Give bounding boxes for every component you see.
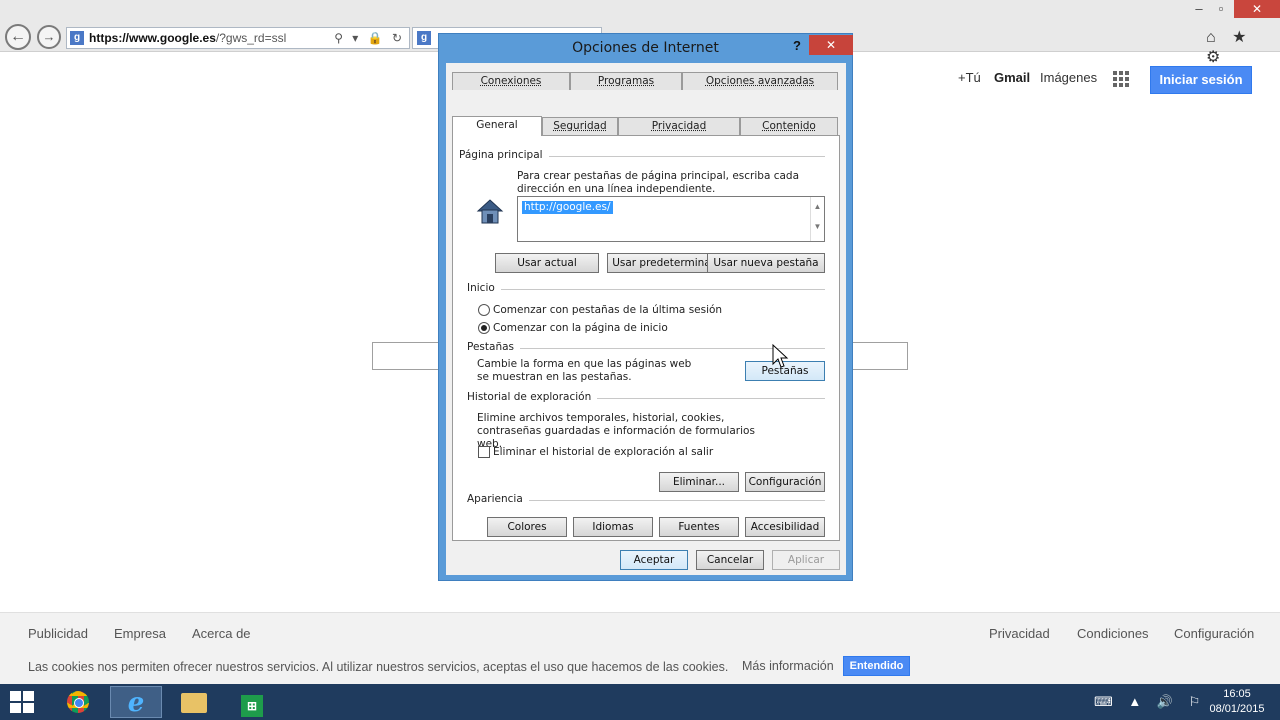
chrome-icon — [67, 691, 89, 713]
folder-icon — [181, 693, 207, 713]
section-browsing-history: Historial de exploración — [467, 391, 598, 403]
footer-link-privacidad[interactable]: Privacidad — [989, 626, 1050, 641]
footer-link-acerca[interactable]: Acerca de — [192, 626, 251, 641]
tab-conexiones[interactable]: Conexiones — [452, 72, 570, 90]
general-tab-panel: Página principal Para crear pestañas de … — [452, 135, 840, 541]
help-icon[interactable]: ? — [787, 36, 807, 56]
back-button[interactable]: ← — [5, 24, 31, 50]
images-link[interactable]: Imágenes — [1040, 70, 1097, 85]
startup-radio-home-page[interactable] — [478, 322, 490, 334]
delete-history-on-exit-checkbox[interactable] — [478, 446, 490, 458]
cookie-accept-button[interactable]: Entendido — [843, 656, 910, 676]
tab-seguridad[interactable]: Seguridad — [542, 117, 618, 135]
start-button[interactable] — [10, 691, 34, 713]
taskbar: e ⊞ ⌨ ▲ 🔊 ⚐ 16:05 08/01/2015 — [0, 684, 1280, 720]
apply-button[interactable]: Aplicar — [772, 550, 840, 570]
tab-opciones-avanzadas[interactable]: Opciones avanzadas — [682, 72, 838, 90]
startup-radio-last-session[interactable] — [478, 304, 490, 316]
footer-link-empresa[interactable]: Empresa — [114, 626, 166, 641]
taskbar-file-explorer[interactable] — [168, 686, 220, 718]
dialog-body: Conexiones Programas Opciones avanzadas … — [446, 63, 846, 575]
cancel-button[interactable]: Cancelar — [696, 550, 764, 570]
window-close-button[interactable]: ✕ — [1234, 0, 1280, 18]
plus-you-link[interactable]: +Tú — [958, 70, 981, 85]
tab-programas[interactable]: Programas — [570, 72, 682, 90]
delete-history-button[interactable]: Eliminar... — [659, 472, 739, 492]
tabs-description: Cambie la forma en que las páginas web s… — [477, 358, 692, 383]
use-current-button[interactable]: Usar actual — [495, 253, 599, 273]
use-new-tab-button[interactable]: Usar nueva pestaña — [707, 253, 825, 273]
footer-link-publicidad[interactable]: Publicidad — [28, 626, 88, 641]
store-icon: ⊞ — [241, 695, 263, 717]
gmail-link[interactable]: Gmail — [994, 70, 1030, 85]
tab-privacidad[interactable]: Privacidad — [618, 117, 740, 135]
section-appearance: Apariencia — [467, 493, 529, 505]
accept-button[interactable]: Aceptar — [620, 550, 688, 570]
section-divider — [473, 289, 825, 290]
history-settings-button[interactable]: Configuración — [745, 472, 825, 492]
address-bar[interactable]: g https://www.google.es/?gws_rd=ssl ⚲ ▾ … — [66, 27, 410, 49]
accessibility-button[interactable]: Accesibilidad — [745, 517, 825, 537]
system-tray-icons[interactable]: ⌨ ▲ 🔊 ⚐ — [1094, 684, 1206, 720]
restore-button[interactable]: ▫ — [1208, 0, 1234, 18]
textarea-scrollbar[interactable]: ▲ ▼ — [810, 197, 824, 241]
address-bar-icons[interactable]: ⚲ ▾ 🔒 ↻ — [334, 28, 405, 48]
tab-general[interactable]: General — [452, 116, 542, 136]
home-page-textarea[interactable]: http://google.es/ ▲ ▼ — [517, 196, 825, 242]
section-tabs: Pestañas — [467, 341, 520, 353]
footer-link-condiciones[interactable]: Condiciones — [1077, 626, 1149, 641]
google-favicon-icon: g — [417, 31, 431, 45]
cookie-notice: Las cookies nos permiten ofrecer nuestro… — [28, 660, 729, 674]
arrow-left-icon: ← — [10, 28, 26, 45]
taskbar-store[interactable]: ⊞ — [226, 686, 278, 718]
google-footer: Publicidad Empresa Acerca de Privacidad … — [0, 612, 1280, 684]
tab-contenido[interactable]: Contenido — [740, 117, 838, 135]
dialog-close-button[interactable]: ✕ — [809, 35, 853, 55]
arrow-right-icon: → — [42, 29, 56, 44]
fonts-button[interactable]: Fuentes — [659, 517, 739, 537]
colors-button[interactable]: Colores — [487, 517, 567, 537]
home-page-description: Para crear pestañas de página principal,… — [517, 170, 800, 195]
internet-explorer-icon: e — [127, 688, 145, 718]
address-host: https://www.google.es — [89, 31, 216, 45]
clock-date: 08/01/2015 — [1209, 703, 1265, 715]
home-page-url: http://google.es/ — [522, 201, 613, 214]
internet-options-dialog: Opciones de Internet ? ✕ Conexiones Prog… — [438, 33, 853, 581]
taskbar-chrome[interactable] — [52, 686, 104, 718]
delete-history-on-exit-label: Eliminar el historial de exploración al … — [493, 446, 714, 458]
taskbar-internet-explorer[interactable]: e — [110, 686, 162, 718]
home-house-icon — [476, 199, 504, 224]
cookie-more-link[interactable]: Más información — [742, 659, 834, 673]
google-favicon-icon: g — [70, 31, 84, 45]
mouse-cursor-icon — [772, 343, 789, 368]
footer-link-configuracion[interactable]: Configuración — [1174, 626, 1254, 641]
toolbar-icons[interactable]: ⌂ ★ ⚙ — [1206, 27, 1280, 67]
signin-button[interactable]: Iniciar sesión — [1150, 66, 1252, 94]
apps-grid-icon[interactable] — [1113, 71, 1129, 87]
startup-option-last-session: Comenzar con pestañas de la última sesió… — [493, 304, 723, 316]
section-startup: Inicio — [467, 282, 501, 294]
clock[interactable]: 16:05 08/01/2015 — [1202, 687, 1272, 717]
section-home-page: Página principal — [459, 149, 549, 161]
clock-time: 16:05 — [1223, 688, 1251, 700]
languages-button[interactable]: Idiomas — [573, 517, 653, 537]
forward-button[interactable]: → — [37, 25, 61, 49]
address-path: /?gws_rd=ssl — [215, 31, 287, 45]
startup-option-home-page: Comenzar con la página de inicio — [493, 322, 668, 334]
